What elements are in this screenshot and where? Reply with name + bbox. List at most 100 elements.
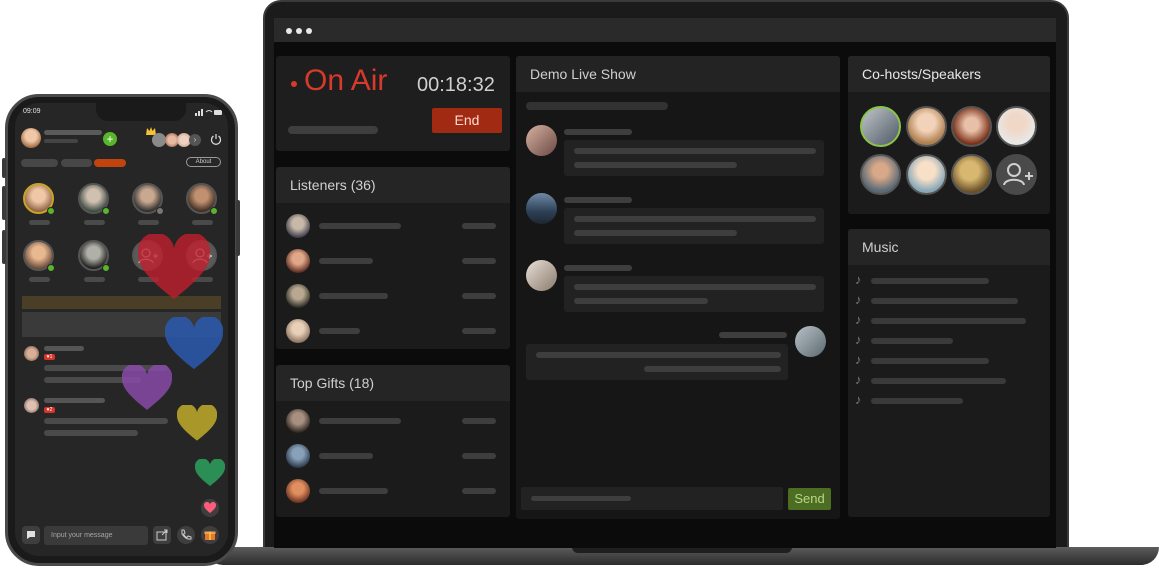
host-avatar[interactable] <box>21 128 41 148</box>
gifter-avatar[interactable] <box>286 444 310 468</box>
listeners-panel: Listeners (36) <box>276 167 510 349</box>
comment-text-bar <box>44 418 168 424</box>
chat-avatar[interactable] <box>526 260 557 291</box>
share-button[interactable] <box>153 526 171 544</box>
cohost-avatar[interactable] <box>906 154 947 195</box>
viewer-avatar[interactable] <box>152 133 166 147</box>
gift-count-bar <box>462 418 496 424</box>
listener-name-bar <box>319 328 360 334</box>
cohost-avatar-speaking[interactable] <box>860 106 901 147</box>
share-icon <box>156 529 168 541</box>
chat-text-bar <box>574 298 708 304</box>
mic-icon <box>210 207 218 215</box>
chat-avatar[interactable] <box>526 125 557 156</box>
comment-avatar[interactable] <box>24 398 39 413</box>
music-note-icon: ♪ <box>855 272 862 287</box>
chat-toggle-button[interactable] <box>22 526 40 544</box>
listener-stat-bar <box>462 293 496 299</box>
mic-icon <box>102 207 110 215</box>
like-button[interactable] <box>201 499 219 517</box>
floating-heart-icon <box>122 365 172 410</box>
chat-input[interactable] <box>521 487 783 510</box>
floating-heart-icon <box>165 317 223 370</box>
track-title-bar[interactable] <box>871 338 953 344</box>
chat-avatar[interactable] <box>526 193 557 224</box>
window-dot[interactable] <box>306 28 312 34</box>
tab[interactable] <box>21 159 58 167</box>
chat-sender-bar <box>719 332 787 338</box>
send-button[interactable]: Send <box>788 488 831 510</box>
music-note-icon: ♪ <box>855 292 862 307</box>
seat-name-bar <box>29 220 50 225</box>
window-dot[interactable] <box>286 28 292 34</box>
status-time: 09:09 <box>23 108 41 115</box>
input-placeholder-bar <box>531 496 631 501</box>
tab[interactable] <box>61 159 92 167</box>
cohosts-title: Co-hosts/Speakers <box>848 56 1050 92</box>
listener-avatar[interactable] <box>286 214 310 238</box>
gifter-avatar[interactable] <box>286 409 310 433</box>
cohost-avatar[interactable] <box>951 106 992 147</box>
gifter-name-bar <box>319 418 401 424</box>
track-title-bar[interactable] <box>871 298 1018 304</box>
track-title-bar[interactable] <box>871 358 989 364</box>
track-title-bar[interactable] <box>871 278 989 284</box>
listener-avatar[interactable] <box>286 284 310 308</box>
listener-name-bar <box>319 258 373 264</box>
call-button[interactable] <box>177 526 195 544</box>
chat-avatar[interactable] <box>795 326 826 357</box>
listeners-title: Listeners (36) <box>276 167 510 203</box>
chat-text-bar <box>536 352 781 358</box>
phone-side-button <box>236 200 240 256</box>
tab-active[interactable] <box>94 159 126 167</box>
invite-cohost-button[interactable] <box>996 154 1037 195</box>
gifter-avatar[interactable] <box>286 479 310 503</box>
on-air-label: On Air <box>304 64 388 97</box>
music-note-icon: ♪ <box>855 372 862 387</box>
comment-name-bar <box>44 398 105 403</box>
power-icon[interactable] <box>210 133 222 145</box>
phone-screen: 09:09 + › About ♥1 ♥2 Input your message <box>15 103 228 556</box>
placeholder-bar <box>526 102 668 110</box>
chat-panel: Demo Live Show Send <box>516 56 840 519</box>
heart-icon <box>203 501 217 513</box>
chat-bubble-icon <box>27 531 35 539</box>
about-button[interactable]: About <box>186 157 221 167</box>
window-titlebar <box>274 18 1056 42</box>
track-title-bar[interactable] <box>871 318 1026 324</box>
music-note-icon: ♪ <box>855 352 862 367</box>
listener-stat-bar <box>462 258 496 264</box>
chat-bubble <box>526 344 788 380</box>
live-dot <box>291 81 297 87</box>
follow-plus-icon[interactable]: + <box>103 132 117 146</box>
end-button[interactable]: End <box>432 108 502 133</box>
listener-avatar[interactable] <box>286 319 310 343</box>
gift-icon <box>204 531 216 540</box>
top-gifts-panel: Top Gifts (18) <box>276 365 510 517</box>
floating-heart-icon <box>195 459 225 486</box>
cohost-avatar[interactable] <box>996 106 1037 147</box>
comment-avatar[interactable] <box>24 346 39 361</box>
window-dot[interactable] <box>296 28 302 34</box>
listener-stat-bar <box>462 223 496 229</box>
listener-avatar[interactable] <box>286 249 310 273</box>
host-name-bar <box>44 130 102 135</box>
listener-stat-bar <box>462 328 496 334</box>
message-input[interactable]: Input your message <box>44 526 148 545</box>
phone-side-button <box>2 158 6 178</box>
chat-text-bar <box>644 366 781 372</box>
cohost-avatar[interactable] <box>951 154 992 195</box>
phone-notch <box>96 103 186 121</box>
cohost-avatar[interactable] <box>860 154 901 195</box>
broadcast-timer: 00:18:32 <box>417 74 495 96</box>
music-note-icon: ♪ <box>855 312 862 327</box>
chat-text-bar <box>574 230 737 236</box>
chat-bubble <box>564 208 824 244</box>
track-title-bar[interactable] <box>871 398 963 404</box>
track-title-bar[interactable] <box>871 378 1006 384</box>
floating-heart-icon <box>177 405 217 441</box>
chevron-right-icon[interactable]: › <box>189 134 201 146</box>
laptop-screen: On Air 00:18:32 End Listeners (36) Top G… <box>274 18 1056 548</box>
gift-button[interactable] <box>201 526 219 544</box>
cohost-avatar[interactable] <box>906 106 947 147</box>
